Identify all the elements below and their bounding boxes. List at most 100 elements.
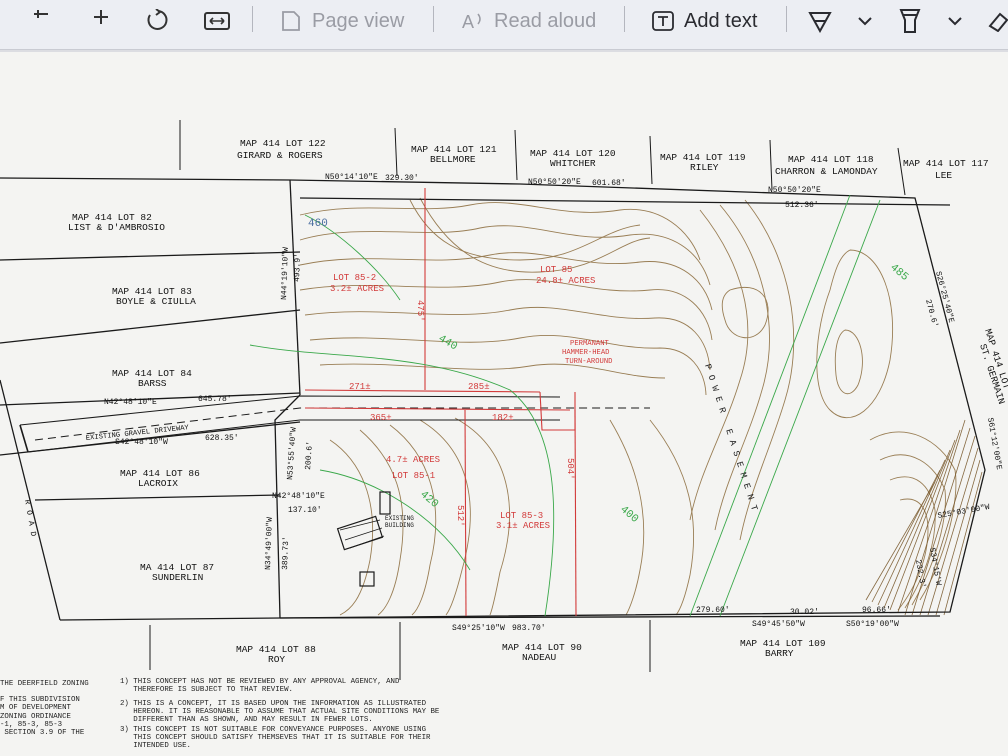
lot122-label: MAP 414 LOT 122 [240, 138, 326, 149]
lot118-label: MAP 414 LOT 118 [788, 154, 874, 165]
bearing-left-top: N44°19'10"W [280, 247, 291, 300]
page-view-button[interactable]: Page view [280, 0, 404, 42]
lot82-owner: LIST & D'AMBROSIO [68, 222, 165, 233]
bearing-top3-dist: 512.36' [785, 201, 819, 210]
highlighter-icon[interactable] [898, 0, 922, 42]
contour-440-label: 440 [436, 333, 459, 353]
bearing-left-low: N34°49'00"W [264, 517, 275, 570]
toolbar-divider [433, 6, 434, 32]
lot122-owner: GIRARD & ROGERS [237, 150, 323, 161]
turnaround-line1: PERMANANT [570, 340, 610, 348]
proposed-lot-lines [304, 188, 577, 617]
fit-width-icon[interactable] [204, 0, 230, 42]
frontage-182: 182± [492, 413, 514, 423]
toolbar-divider [786, 6, 787, 32]
note-1: 1) THIS CONCEPT HAS NOT BE REVIEWED BY A… [120, 678, 400, 695]
lot83-owner: BOYLE & CIULLA [116, 296, 196, 307]
lot117-label: MAP 414 LOT 117 [903, 158, 989, 169]
bearing-top2-dist: 601.68' [592, 179, 626, 188]
chevron-down-icon[interactable] [858, 0, 872, 42]
lot109-owner: BARRY [765, 648, 794, 659]
bearing-right1-dist: 270.6' [923, 298, 939, 328]
zoning-side-note: THE DEERFIELD ZONING F THIS SUBDIVISION … [0, 680, 89, 737]
turnaround-line2: HAMMER-HEAD [562, 349, 609, 357]
boundary-bearings: N50°14'10"E 329.30' N50°50'20"E 601.68' … [104, 173, 1003, 633]
contour-460-label: 460 [308, 218, 328, 230]
depth-475: 475' [415, 300, 425, 322]
bearing-right4-dist: 232.3' [913, 559, 927, 589]
easement-label: POWER EASEMENT [702, 363, 761, 518]
chevron-down-icon[interactable] [948, 0, 962, 42]
draw-pen-icon[interactable] [808, 0, 832, 42]
lot85-label: LOT 85 [540, 265, 572, 275]
bearing-drive-n-dist: 645.78' [198, 395, 232, 404]
note-3: 3) THIS CONCEPT IS NOT SUITABLE FOR CONV… [120, 726, 431, 751]
viewer-toolbar: Page view A Read aloud Add text [0, 0, 1008, 50]
bearing-left-low-dist: 389.73' [281, 536, 291, 570]
bearing-top1: N50°14'10"E [325, 173, 378, 182]
existing-building [336, 491, 391, 587]
lot85-1-area: 4.7± ACRES [386, 455, 440, 465]
bearing-left-mid: N53°55'40"W [286, 427, 299, 481]
bearing-lot86: N42°48'10"E [272, 492, 325, 501]
eraser-icon[interactable] [986, 0, 1008, 42]
note-2: 2) THIS IS A CONCEPT, IT IS BASED UPON T… [120, 700, 440, 725]
draw-icon[interactable] [30, 0, 52, 42]
building-label: EXISTING BUILDING [385, 515, 414, 529]
turnaround-label: PERMANANT HAMMER-HEAD TURN-AROUND [562, 340, 614, 366]
read-aloud-icon: A [462, 10, 484, 32]
document-page: MAP 414 LOT 122 GIRARD & ROGERS MAP 414 … [0, 52, 1008, 756]
proposed-lot-labels: LOT 85-2 3.2± ACRES LOT 85 24.8± ACRES L… [330, 265, 595, 531]
bearing-bottom-small2: 96.66' [862, 606, 891, 615]
toolbar-divider [624, 6, 625, 32]
svg-text:A: A [462, 12, 474, 32]
lot85-2-area: 3.2± ACRES [330, 284, 384, 294]
bearing-top3: N50°50'20"E [768, 186, 821, 195]
lot118-owner: CHARRON & LAMONDAY [775, 166, 878, 177]
site-plan-drawing: MAP 414 LOT 122 GIRARD & ROGERS MAP 414 … [0, 120, 1008, 680]
lot85-2-label: LOT 85-2 [333, 273, 376, 283]
add-text-label: Add text [684, 9, 758, 32]
bearing-drive-s: S42°48'10"W [115, 438, 168, 447]
depth-512: 512' [455, 505, 465, 527]
frontage-285: 285± [468, 382, 490, 392]
lot85-3-label: LOT 85-3 [500, 511, 543, 521]
contour-420-label: 420 [417, 489, 440, 511]
lot117-owner: LEE [935, 170, 952, 181]
bearing-lot86-dist: 137.10' [288, 506, 322, 515]
bearing-drive-n: N42°48'10"E [104, 398, 157, 407]
bearing-left-mid-dist: 200.6' [304, 441, 315, 470]
bearing-top2: N50°50'20"E [528, 178, 581, 187]
depth-504: 504' [565, 458, 575, 480]
contour-400-label: 400 [617, 504, 640, 526]
turnaround-line3: TURN-AROUND [565, 358, 612, 366]
contour-485-label: 485 [887, 262, 910, 284]
page-view-icon [280, 10, 302, 32]
bearing-left-top-dist: 493.9' [293, 253, 303, 282]
bearing-bottom3: S50°19'00"W [846, 620, 899, 629]
lot85-1-label: LOT 85-1 [392, 471, 435, 481]
lot85-3-area: 3.1± ACRES [496, 521, 550, 531]
bearing-bottom1-dist: 983.70' [512, 624, 546, 633]
rotate-icon[interactable] [146, 0, 170, 42]
read-aloud-button[interactable]: A Read aloud [462, 0, 596, 42]
read-aloud-label: Read aloud [494, 9, 597, 32]
bearing-right4: S34°15'W [927, 547, 943, 587]
frontage-365: 365± [370, 413, 392, 423]
bearing-bottom2-dist: 279.60' [696, 606, 730, 615]
toolbar-divider [252, 6, 253, 32]
lot86-owner: LACROIX [138, 478, 178, 489]
add-icon[interactable] [90, 0, 112, 42]
lot84-owner: BARSS [138, 378, 167, 389]
topographic-contours [299, 197, 957, 616]
bearing-right2: S61°12'00"E [985, 417, 1003, 471]
add-text-button[interactable]: Add text [652, 0, 757, 42]
lot90-owner: NADEAU [522, 652, 557, 663]
frontage-271: 271± [349, 382, 371, 392]
lot87-owner: SUNDERLIN [152, 572, 203, 583]
bearing-bottom-small: 30.02' [790, 608, 819, 617]
bearing-drive-s-dist: 628.35' [205, 434, 239, 443]
bearing-bottom2: S49°45'50"W [752, 620, 805, 629]
lot119-owner: RILEY [690, 162, 719, 173]
lot88-owner: ROY [268, 654, 285, 665]
